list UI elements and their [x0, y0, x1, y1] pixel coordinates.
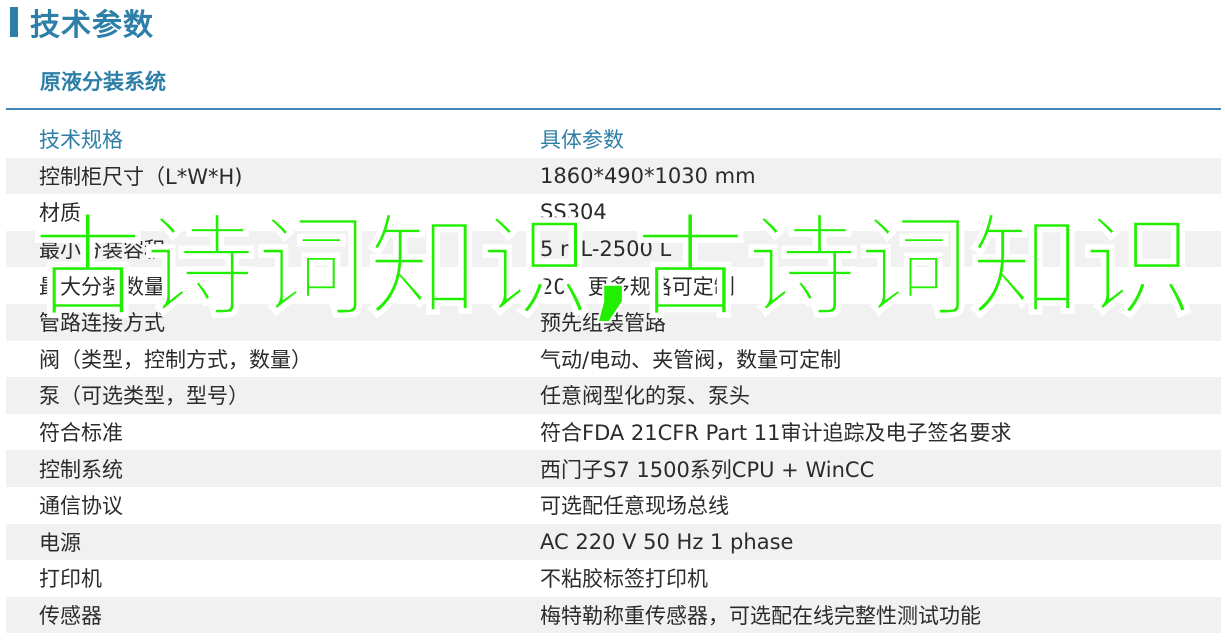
- section-title: 原液分装系统: [40, 70, 166, 94]
- header-spec-value: 具体参数: [540, 128, 624, 153]
- spec-table: 技术规格 具体参数 控制柜尺寸（L*W*H) 1860*490*1030 mm 材质…: [6, 121, 1221, 634]
- table-header-row: 技术规格 具体参数: [6, 121, 1221, 158]
- spec-name-cell: 传感器: [39, 604, 102, 629]
- spec-name-cell: 泵（可选类型，型号）: [39, 384, 249, 409]
- spec-name-cell: 最大分装数量: [39, 274, 165, 299]
- spec-value-cell: SS304: [540, 200, 607, 225]
- spec-value-cell: 可选配任意现场总线: [540, 494, 729, 519]
- spec-value-cell: 5 mL-2500 L: [540, 237, 672, 262]
- table-row: 通信协议 可选配任意现场总线: [6, 487, 1221, 524]
- spec-value-cell: 不粘胶标签打印机: [540, 567, 708, 592]
- spec-value-cell: 符合FDA 21CFR Part 11审计追踪及电子签名要求: [540, 421, 1012, 446]
- spec-value-cell: 预先组装管路: [540, 311, 666, 336]
- spec-name-cell: 打印机: [39, 567, 102, 592]
- spec-value-cell: 20，更多规格可定制: [540, 274, 735, 299]
- title-accent-bar: [10, 7, 18, 37]
- table-row: 控制柜尺寸（L*W*H) 1860*490*1030 mm: [6, 157, 1221, 195]
- spec-name-cell: 管路连接方式: [39, 311, 165, 336]
- spec-value-cell: AC 220 V 50 Hz 1 phase: [540, 529, 794, 554]
- table-row: 最小分装容积 5 mL-2500 L: [6, 230, 1221, 268]
- spec-value-cell: 1860*490*1030 mm: [540, 163, 756, 188]
- page-title: 技术参数: [30, 8, 154, 43]
- header-spec-name: 技术规格: [39, 128, 123, 153]
- spec-value-cell: 西门子S7 1500系列CPU + WinCC: [540, 457, 875, 482]
- spec-name-cell: 阀（类型，控制方式，数量）: [39, 347, 312, 372]
- table-row: 打印机 不粘胶标签打印机: [6, 560, 1221, 597]
- spec-value-cell: 梅特勒称重传感器，可选配在线完整性测试功能: [540, 604, 981, 629]
- spec-name-cell: 控制系统: [39, 457, 123, 482]
- spec-value-cell: 气动/电动、夹管阀，数量可定制: [540, 347, 842, 372]
- section-divider: [6, 108, 1221, 110]
- spec-name-cell: 材质: [39, 201, 81, 226]
- spec-name-cell: 最小分装容积: [39, 238, 165, 263]
- table-row: 材质 SS304: [6, 194, 1221, 231]
- table-row: 最大分装数量 20，更多规格可定制: [6, 267, 1221, 304]
- table-row: 符合标准 符合FDA 21CFR Part 11审计追踪及电子签名要求: [6, 414, 1221, 451]
- table-row: 传感器 梅特勒称重传感器，可选配在线完整性测试功能: [6, 596, 1221, 634]
- table-row: 泵（可选类型，型号） 任意阀型化的泵、泵头: [6, 377, 1221, 414]
- spec-name-cell: 通信协议: [39, 494, 123, 519]
- table-row: 控制系统 西门子S7 1500系列CPU + WinCC: [6, 450, 1221, 487]
- spec-name-cell: 控制柜尺寸（L*W*H): [39, 164, 243, 189]
- page-header: 技术参数: [10, 0, 154, 44]
- table-row: 电源 AC 220 V 50 Hz 1 phase: [6, 523, 1221, 561]
- spec-name-cell: 电源: [39, 530, 81, 555]
- spec-name-cell: 符合标准: [39, 421, 123, 446]
- table-row: 阀（类型，控制方式，数量） 气动/电动、夹管阀，数量可定制: [6, 341, 1221, 378]
- spec-value-cell: 任意阀型化的泵、泵头: [540, 384, 750, 409]
- table-row: 管路连接方式 预先组装管路: [6, 303, 1221, 341]
